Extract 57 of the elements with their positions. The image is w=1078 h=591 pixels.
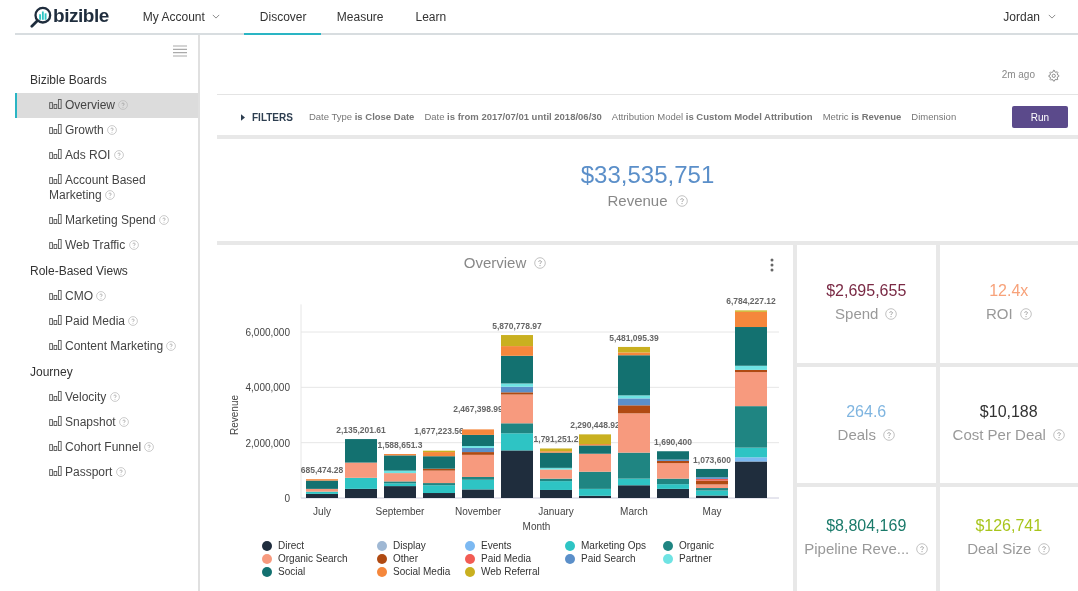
- revenue-value: $33,535,751: [580, 159, 715, 190]
- legend-label: Paid Search: [581, 553, 636, 565]
- kpi-label: Pipeline Reve...: [804, 538, 910, 559]
- data-label: 1,677,223.56: [414, 425, 464, 436]
- revenue-label: Revenue: [607, 190, 668, 211]
- data-label: 2,290,448.92: [570, 420, 620, 431]
- legend-label: Social: [278, 566, 306, 578]
- kpi-label: Deals: [837, 424, 876, 445]
- legend-label: Web Referral: [481, 566, 540, 578]
- axis-tick-label: May: [702, 506, 722, 517]
- axis-tick-label: July: [313, 506, 331, 517]
- axis-title: Month: [522, 521, 551, 532]
- data-label: 2,467,398.99: [453, 404, 503, 415]
- section-heading: Journey: [29, 364, 74, 381]
- data-label: 1,690,400: [654, 437, 692, 448]
- legend-label: Organic Search: [278, 553, 348, 565]
- legend-label: Events: [481, 540, 512, 552]
- updated-time: 2m ago: [1001, 68, 1035, 82]
- axis-tick-label: 4,000,000: [245, 382, 290, 394]
- kpi-value: 12.4x: [989, 280, 1029, 301]
- kpi-label: Cost Per Deal: [952, 424, 1046, 445]
- section-heading: Bizible Boards: [29, 72, 108, 89]
- data-label: 685,474.28: [300, 465, 344, 476]
- kpi-value: $126,741: [975, 515, 1043, 536]
- axis-tick-label: September: [375, 506, 425, 517]
- data-label: 1,588,651.3: [377, 440, 423, 450]
- axis-tick-label: November: [454, 506, 502, 517]
- legend-label: Partner: [679, 553, 712, 565]
- axis-tick-label: 6,000,000: [245, 327, 290, 338]
- data-label: 5,481,095.39: [609, 332, 659, 343]
- data-label: 5,870,778.97: [492, 321, 542, 332]
- kpi-value: $10,188: [979, 401, 1038, 422]
- kpi-label: Deal Size: [967, 538, 1032, 559]
- data-label: 1,791,251.2: [533, 434, 579, 445]
- kpi-label: Spend: [835, 303, 879, 324]
- kpi-value: $8,804,169: [826, 515, 907, 536]
- section-heading: Role-Based Views: [29, 263, 129, 280]
- data-label: 2,135,201.61: [336, 425, 386, 436]
- kpi-label: ROI: [985, 303, 1013, 324]
- axis-title: Revenue: [229, 395, 240, 435]
- logo-text: bizible: [53, 4, 109, 29]
- axis-tick-label: January: [538, 506, 574, 517]
- kpi-value: $2,695,655: [826, 280, 907, 301]
- axis-tick-label: 2,000,000: [245, 437, 290, 449]
- kpi-value: 264.6: [846, 401, 887, 422]
- data-label: 1,073,600: [693, 454, 731, 465]
- legend-label: Social Media: [393, 566, 451, 578]
- legend-label: Direct: [278, 540, 305, 552]
- axis-tick-label: 0: [284, 493, 290, 504]
- axis-tick-label: March: [620, 506, 648, 517]
- legend-label: Other: [393, 553, 418, 565]
- legend-label: Display: [393, 540, 426, 552]
- chart-title: Overview: [463, 252, 527, 273]
- legend-label: Paid Media: [481, 553, 532, 565]
- data-label: 6,784,227.12: [726, 296, 776, 307]
- legend-label: Organic: [679, 540, 714, 552]
- legend-label: Marketing Ops: [581, 540, 647, 552]
